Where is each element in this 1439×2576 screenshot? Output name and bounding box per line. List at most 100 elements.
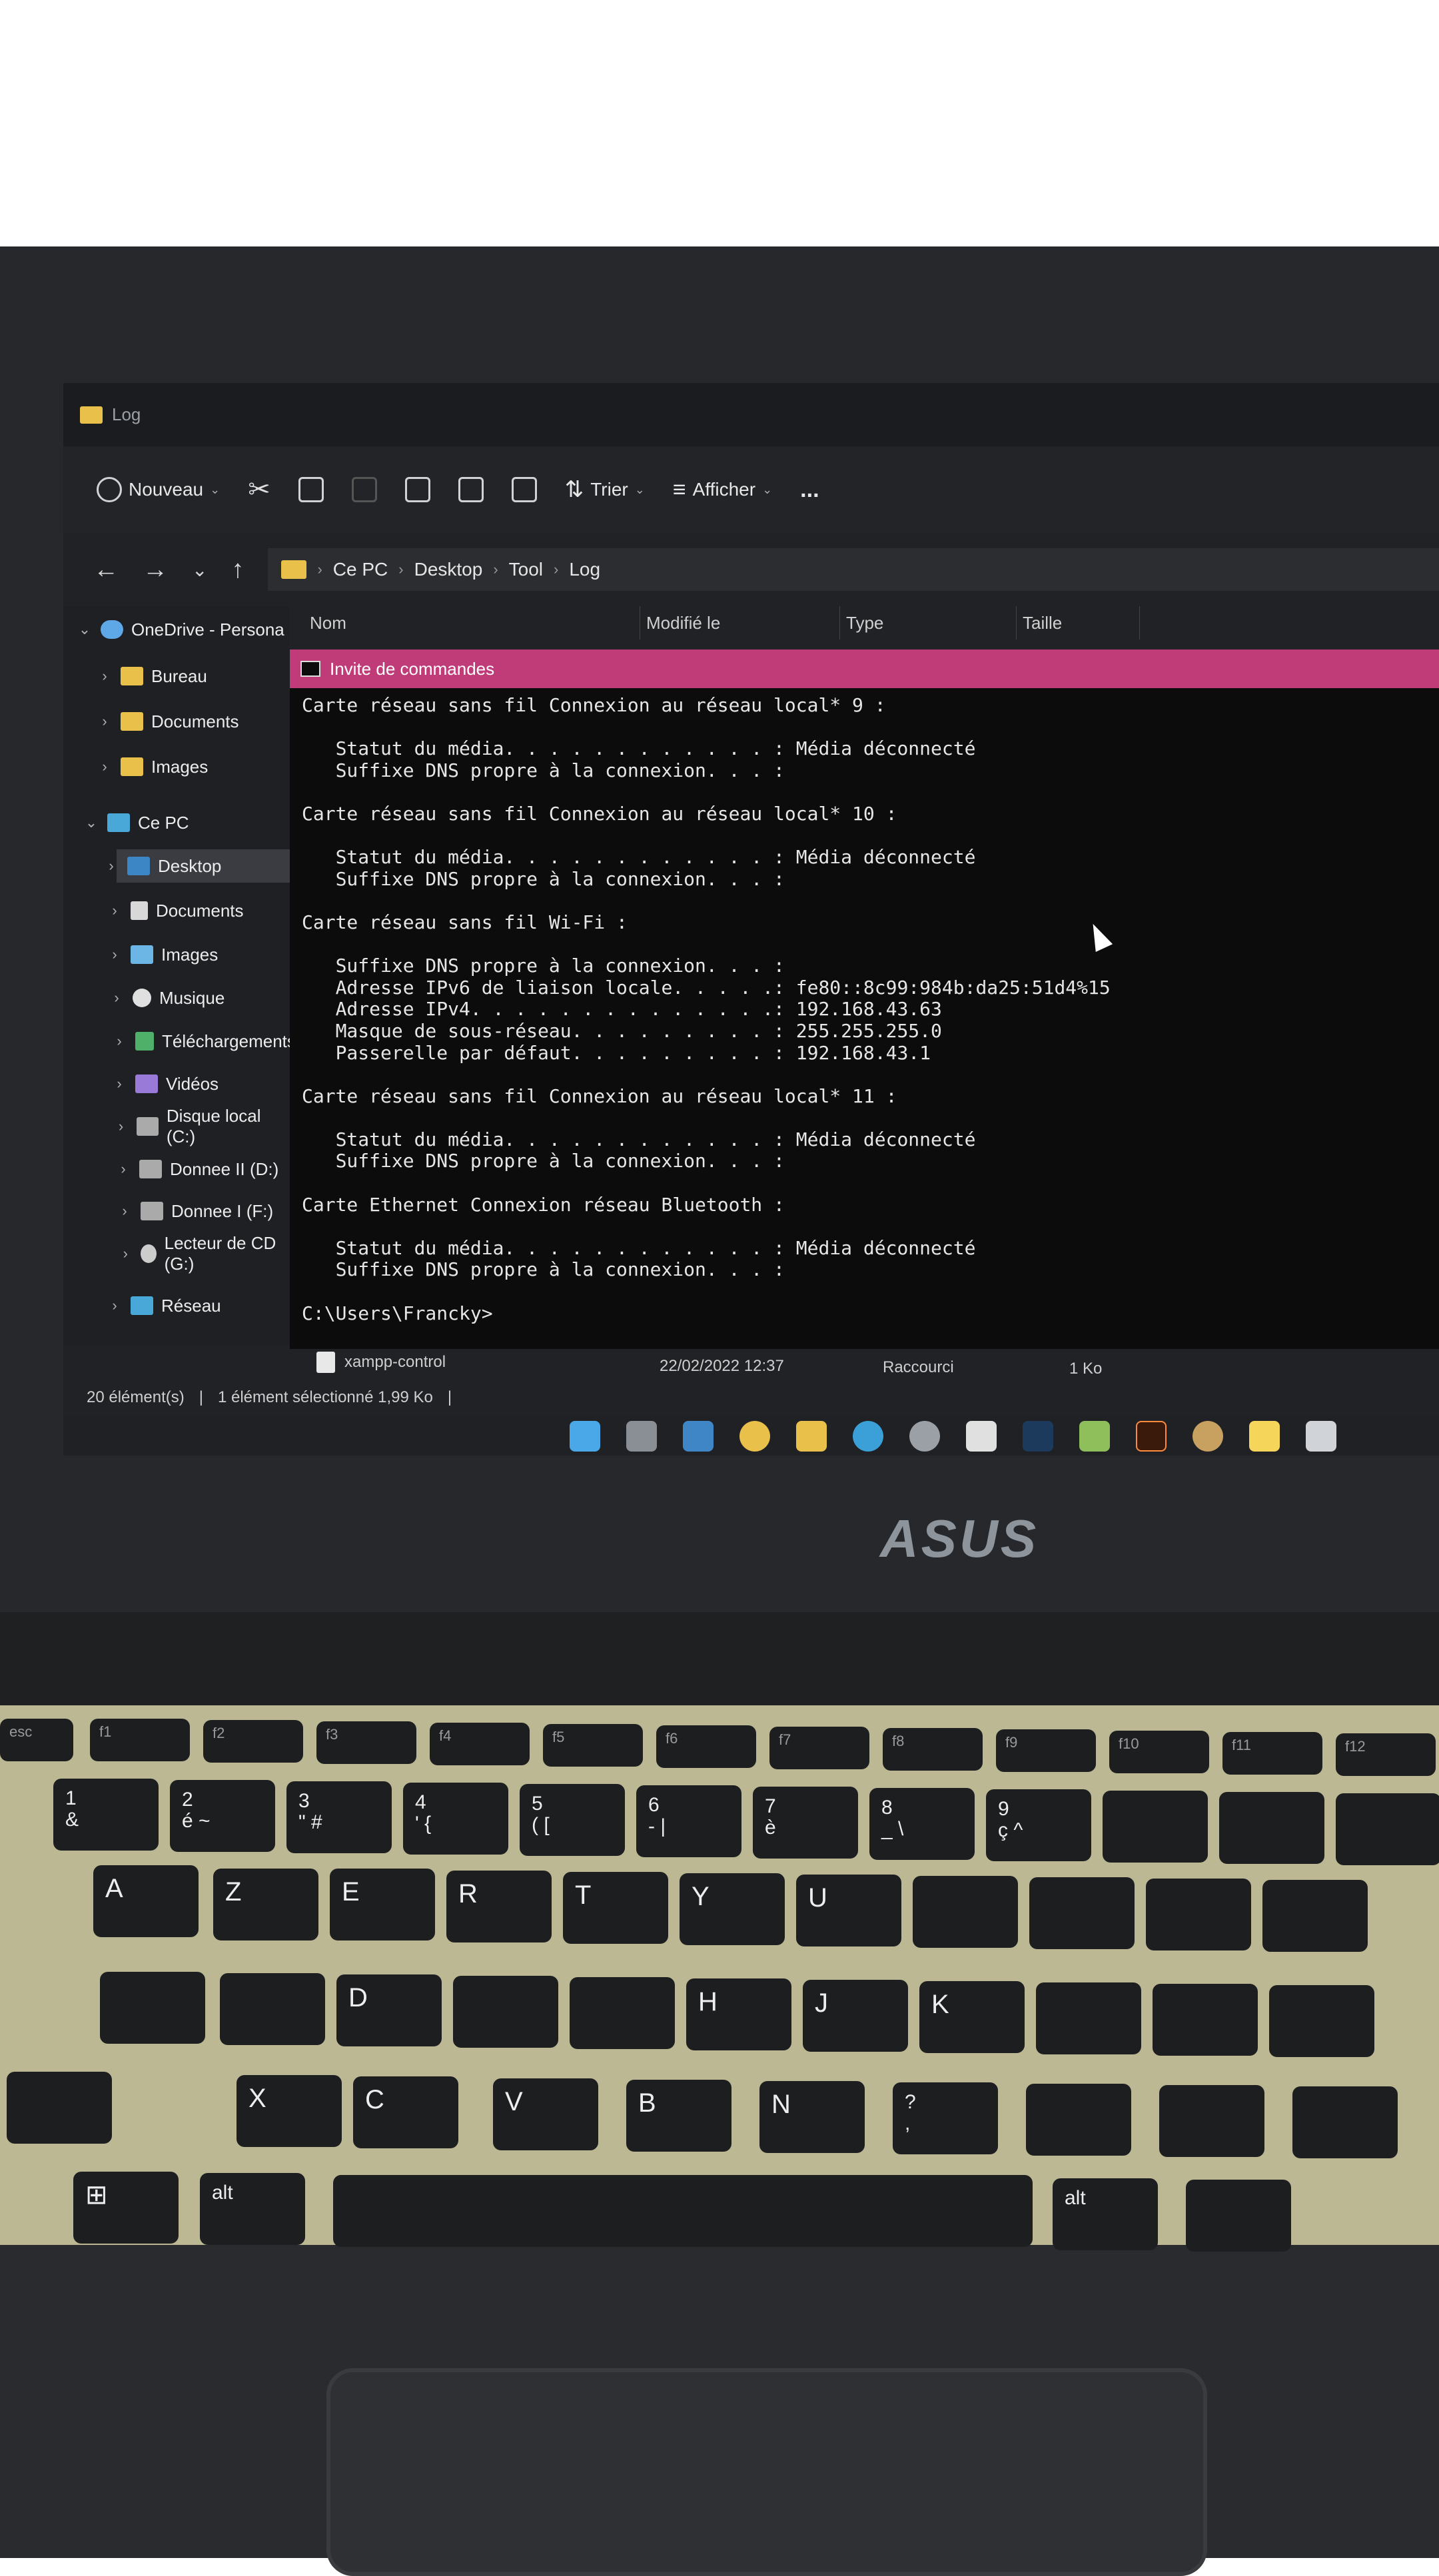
key-alt-left[interactable]: alt [200,2173,305,2245]
key-i[interactable] [913,1876,1018,1948]
notes-icon[interactable] [1249,1421,1280,1452]
key-u[interactable]: U [796,1875,901,1946]
key-f3[interactable]: f3 [316,1721,416,1764]
file-row[interactable]: xampp-control 22/02/2022 12:37 Raccourci… [296,1349,1439,1378]
key-f8[interactable]: f8 [883,1728,983,1771]
nav-item-onedrive[interactable]: ⌄ OneDrive - Persona [77,613,284,646]
sort-button[interactable]: ⇅ Trier ⌄ [565,476,645,503]
illustrator-icon[interactable] [1136,1421,1167,1452]
nav-item-documents-onedrive[interactable]: › Documents [97,705,239,738]
key-0[interactable] [1103,1791,1208,1863]
cut-button[interactable]: ✂ [248,474,270,505]
copy-button[interactable] [298,477,324,502]
column-header-modified[interactable]: Modifié le [646,613,720,634]
nav-item-images[interactable]: › Images [107,938,218,971]
key-alt-right[interactable]: alt [1053,2178,1158,2250]
key-1[interactable]: 1 & [53,1779,159,1851]
nav-item-downloads[interactable]: › Téléchargements [111,1025,296,1058]
nav-item-videos[interactable]: › Vidéos [111,1067,219,1100]
key-s[interactable] [220,1973,325,2045]
nav-item-desktop[interactable]: › Desktop [103,849,221,883]
key-n[interactable]: N [759,2081,865,2153]
nav-item-cd-drive[interactable]: › Lecteur de CD (G:) [119,1233,290,1274]
view-button[interactable]: ≡ Afficher ⌄ [673,477,772,503]
nav-item-this-pc[interactable]: ⌄ Ce PC [83,806,189,839]
key-f10[interactable]: f10 [1109,1731,1209,1773]
nav-item-network[interactable]: › Réseau [107,1289,221,1322]
nav-item-music[interactable]: › Musique [109,981,225,1015]
nav-item-local-disk[interactable]: › Disque local (C:) [113,1106,290,1146]
column-divider[interactable] [1016,606,1017,640]
key-w[interactable] [7,2072,112,2144]
column-divider[interactable] [1139,606,1140,640]
key-3[interactable]: 3 " # [286,1781,392,1853]
more-button[interactable]: ... [800,477,819,503]
key-4[interactable]: 4 ' { [403,1783,508,1855]
key-t[interactable]: T [563,1872,668,1944]
key-2[interactable]: 2 é ~ [170,1780,275,1852]
key-space[interactable] [333,2175,1033,2247]
up-arrow-icon[interactable]: ↑ [231,556,244,584]
key-r[interactable]: R [446,1871,552,1942]
nav-item-drive-f[interactable]: › Donnee I (F:) [117,1194,273,1228]
key-7[interactable]: 7 è [753,1787,858,1859]
key-h[interactable]: H [686,1978,791,2050]
column-header-size[interactable]: Taille [1023,613,1062,634]
task-view-icon[interactable] [626,1421,657,1452]
breadcrumb-item[interactable]: Log [569,559,600,580]
breadcrumb-item[interactable]: Tool [509,559,543,580]
key-b[interactable]: B [626,2080,731,2152]
recent-chevron-icon[interactable]: ⌄ [192,559,207,581]
key-comma[interactable]: ? , [893,2082,998,2154]
key-9[interactable]: 9 ç ^ [986,1789,1091,1861]
key-e[interactable]: E [330,1869,435,1940]
nav-item-images-onedrive[interactable]: › Images [97,750,208,783]
back-arrow-icon[interactable]: ← [93,556,119,584]
column-divider[interactable] [839,606,840,640]
start-icon[interactable] [570,1421,600,1452]
widgets-icon[interactable] [683,1421,714,1452]
settings-icon[interactable] [909,1421,940,1452]
key-percent[interactable] [1269,1985,1374,2057]
column-header-name[interactable]: Nom [310,613,346,634]
key-windows[interactable]: ⊞ [73,2172,179,2244]
key-equals[interactable] [1336,1793,1439,1865]
cmd-output[interactable]: Carte réseau sans fil Connexion au résea… [290,694,1439,1354]
breadcrumb-item[interactable]: Ce PC [333,559,388,580]
key-colon[interactable] [1159,2085,1264,2157]
share-button[interactable] [458,477,484,502]
app-icon[interactable] [1079,1421,1110,1452]
key-8[interactable]: 8 _ \ [869,1788,975,1860]
rename-button[interactable] [404,477,430,502]
key-f4[interactable]: f4 [430,1723,530,1765]
key-o[interactable] [1029,1877,1135,1949]
photoshop-icon[interactable] [1023,1421,1053,1452]
key-d[interactable]: D [336,1974,442,2046]
key-f6[interactable]: f6 [656,1725,756,1768]
key-semicolon[interactable] [1026,2084,1131,2156]
paste-button[interactable] [351,477,377,502]
chrome-icon[interactable] [739,1421,770,1452]
file-explorer-icon[interactable] [796,1421,827,1452]
key-k[interactable]: K [919,1981,1025,2053]
key-z[interactable]: Z [213,1869,318,1940]
key-5[interactable]: 5 ( [ [520,1784,625,1856]
key-f5[interactable]: f5 [543,1724,643,1767]
app-icon[interactable] [966,1421,997,1452]
nav-item-documents[interactable]: › Documents [107,894,243,927]
key-6[interactable]: 6 - | [636,1785,741,1857]
key-a[interactable]: A [93,1865,199,1937]
key-c[interactable]: C [353,2076,458,2148]
key-q[interactable] [100,1972,205,2044]
command-prompt-window[interactable]: Invite de commandes Carte réseau sans fi… [290,649,1439,1349]
key-p[interactable] [1146,1879,1251,1950]
new-button[interactable]: Nouveau ⌄ [97,477,220,502]
key-f2[interactable]: f2 [203,1720,303,1763]
delete-button[interactable] [511,477,537,502]
key-f7[interactable]: f7 [769,1727,869,1769]
key-j[interactable]: J [803,1980,908,2052]
key-l[interactable] [1036,1982,1141,2054]
key-x[interactable]: X [237,2075,342,2147]
nav-item-bureau[interactable]: › Bureau [97,659,207,693]
command-prompt-taskbar-icon[interactable] [1306,1421,1336,1452]
